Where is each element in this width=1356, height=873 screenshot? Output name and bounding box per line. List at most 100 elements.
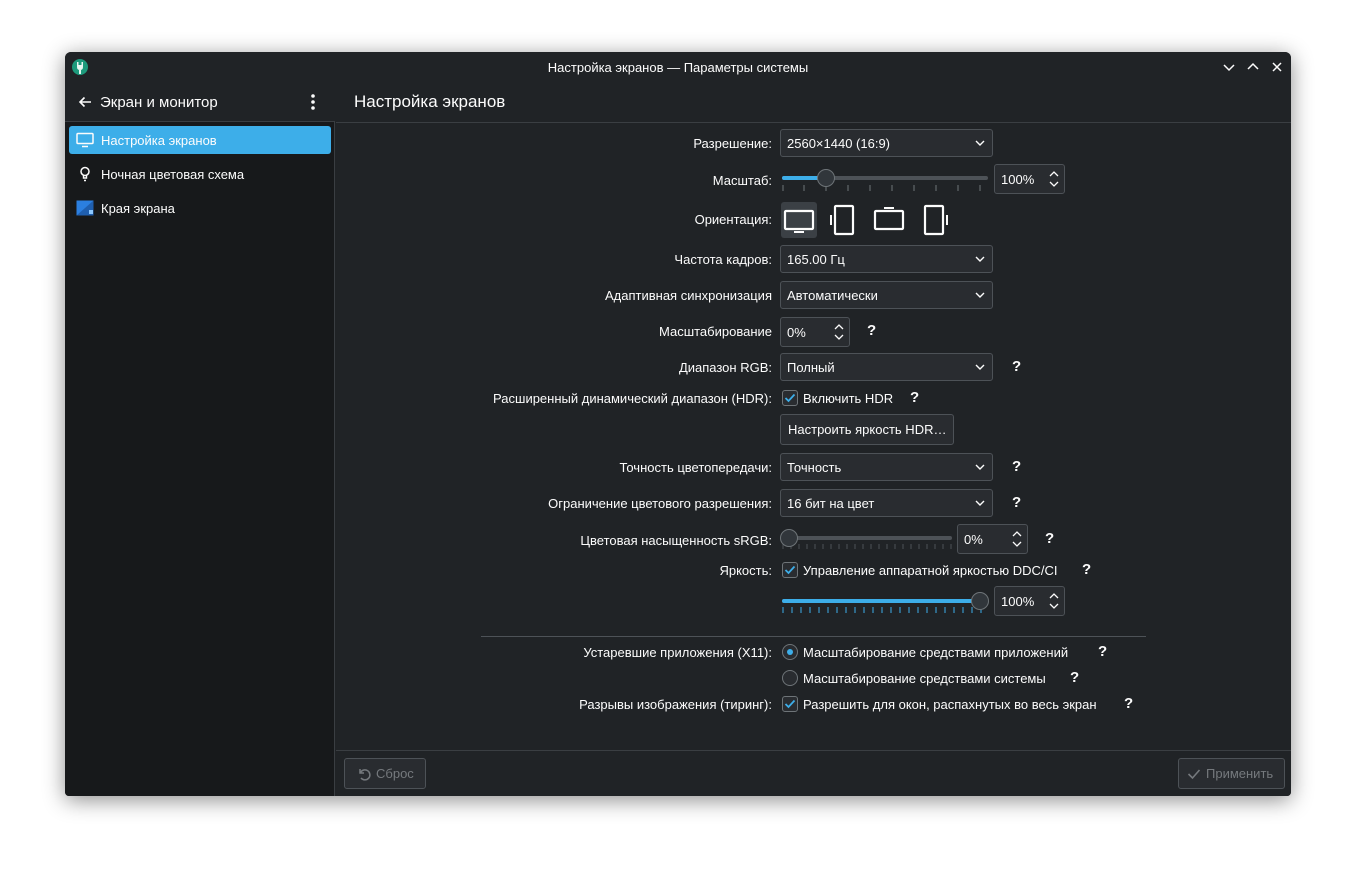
checkmark-icon <box>784 565 796 575</box>
orientation-label: Ориентация: <box>694 212 772 227</box>
kebab-menu-icon[interactable] <box>309 93 317 111</box>
up-down-arrows-icon[interactable] <box>834 323 844 341</box>
overscan-label: Масштабирование <box>658 324 772 339</box>
up-down-arrows-icon[interactable] <box>1049 170 1059 188</box>
maximize-icon[interactable] <box>1244 58 1262 76</box>
brightness-slider-ticks <box>782 607 982 613</box>
portrait-icon <box>830 204 855 236</box>
minimize-icon[interactable] <box>1220 58 1238 76</box>
landscape-flipped-icon <box>873 207 905 231</box>
resolution-value: 2560×1440 (16:9) <box>787 136 891 151</box>
refresh-rate-combo[interactable]: 165.00 Гц <box>780 245 993 273</box>
chevron-down-icon <box>975 292 985 298</box>
brightness-slider-handle[interactable] <box>971 592 989 610</box>
apply-button[interactable]: Применить <box>1178 758 1285 789</box>
brightness-help-icon[interactable]: ? <box>1082 561 1091 578</box>
hdr-checkbox[interactable] <box>782 390 798 406</box>
orientation-landscape-button[interactable] <box>781 202 817 238</box>
brightness-spinbox[interactable]: 100% <box>994 586 1065 616</box>
settings-window: Настройка экранов — Параметры системы Эк… <box>65 52 1291 796</box>
rgb-range-label: Диапазон RGB: <box>678 360 772 375</box>
hdr-checkbox-label[interactable]: Включить HDR <box>803 391 893 406</box>
sidebar-item-display-config[interactable]: Настройка экранов <box>69 126 331 154</box>
rgb-range-help-icon[interactable]: ? <box>1012 358 1021 375</box>
display-settings-form: Разрешение: 2560×1440 (16:9) Масштаб: 10… <box>336 123 1291 750</box>
scale-label: Масштаб: <box>712 173 772 188</box>
srgb-spinbox[interactable]: 0% <box>957 524 1028 554</box>
up-down-arrows-icon[interactable] <box>1049 592 1059 610</box>
reset-button-label: Сброс <box>376 766 414 781</box>
sidebar-item-screen-edges[interactable]: Края экрана <box>69 194 331 222</box>
legacy-app-scaling-radio[interactable] <box>782 644 798 660</box>
ddc-brightness-label[interactable]: Управление аппаратной яркостью DDC/CI <box>803 563 1058 578</box>
adaptive-sync-value: Автоматически <box>787 288 878 303</box>
refresh-rate-value: 165.00 Гц <box>787 252 845 267</box>
sidebar-title: Экран и монитор <box>100 94 218 111</box>
overscan-spinbox[interactable]: 0% <box>780 317 850 347</box>
hdr-brightness-button-label: Настроить яркость HDR… <box>788 422 947 437</box>
reset-button[interactable]: Сброс <box>344 758 426 789</box>
chevron-down-icon <box>975 364 985 370</box>
close-icon[interactable] <box>1268 58 1286 76</box>
srgb-help-icon[interactable]: ? <box>1045 530 1054 547</box>
bulb-icon <box>80 166 90 182</box>
rgb-range-value: Полный <box>787 360 835 375</box>
legacy-app-scaling-label[interactable]: Масштабирование средствами приложений <box>803 645 1068 660</box>
ddc-brightness-checkbox[interactable] <box>782 562 798 578</box>
chevron-down-icon <box>975 140 985 146</box>
scale-slider-ticks <box>782 185 981 191</box>
chevron-down-icon <box>975 500 985 506</box>
sidebar-item-label: Настройка экранов <box>101 133 217 148</box>
checkmark-icon <box>784 699 796 709</box>
scale-spinbox[interactable]: 100% <box>994 164 1065 194</box>
legacy-apps-label: Устаревшие приложения (X11): <box>583 645 772 660</box>
footer-bar: Сброс Применить <box>336 750 1291 796</box>
tearing-label: Разрывы изображения (тиринг): <box>579 697 772 712</box>
checkmark-icon <box>1187 769 1201 780</box>
adaptive-sync-combo[interactable]: Автоматически <box>780 281 993 309</box>
overscan-help-icon[interactable]: ? <box>867 322 876 339</box>
tearing-checkbox[interactable] <box>782 696 798 712</box>
brightness-value: 100% <box>1001 594 1035 609</box>
color-accuracy-help-icon[interactable]: ? <box>1012 458 1021 475</box>
tearing-checkbox-label[interactable]: Разрешить для окон, распахнутых во весь … <box>803 697 1097 712</box>
resolution-combo[interactable]: 2560×1440 (16:9) <box>780 129 993 157</box>
title-bar[interactable]: Настройка экранов — Параметры системы <box>65 52 1291 82</box>
hdr-brightness-button[interactable]: Настроить яркость HDR… <box>780 414 954 445</box>
srgb-slider-handle[interactable] <box>780 529 798 547</box>
sidebar: Экран и монитор Настройка экранов Ночная… <box>65 82 335 796</box>
separator <box>481 636 1146 637</box>
color-depth-help-icon[interactable]: ? <box>1012 494 1021 511</box>
orientation-landscape-flipped-button[interactable] <box>871 202 907 238</box>
overscan-value: 0% <box>787 325 806 340</box>
color-depth-value: 16 бит на цвет <box>787 496 875 511</box>
orientation-portrait-button[interactable] <box>826 202 862 238</box>
hdr-help-icon[interactable]: ? <box>910 389 919 406</box>
screen-edges-icon <box>76 200 94 216</box>
sidebar-item-label: Ночная цветовая схема <box>101 167 245 182</box>
color-depth-combo[interactable]: 16 бит на цвет <box>780 489 993 517</box>
checkmark-icon <box>784 393 796 403</box>
srgb-label: Цветовая насыщенность sRGB: <box>580 533 772 548</box>
scale-slider-handle[interactable] <box>817 169 835 187</box>
orientation-portrait-flipped-button[interactable] <box>916 202 952 238</box>
hdr-label: Расширенный динамический диапазон (HDR): <box>493 391 772 406</box>
tearing-help-icon[interactable]: ? <box>1124 695 1133 712</box>
back-arrow-icon[interactable] <box>77 94 93 110</box>
legacy-app-scaling-help-icon[interactable]: ? <box>1098 643 1107 660</box>
legacy-system-scaling-help-icon[interactable]: ? <box>1070 669 1079 686</box>
page-title: Настройка экранов <box>354 92 506 111</box>
color-accuracy-label: Точность цветопередачи: <box>619 460 772 475</box>
content-header: Настройка экранов <box>336 82 1291 123</box>
scale-value: 100% <box>1001 172 1035 187</box>
refresh-rate-label: Частота кадров: <box>674 252 772 267</box>
rgb-range-combo[interactable]: Полный <box>780 353 993 381</box>
window-title: Настройка экранов — Параметры системы <box>547 60 809 75</box>
sidebar-item-night-color[interactable]: Ночная цветовая схема <box>69 160 331 188</box>
legacy-system-scaling-label[interactable]: Масштабирование средствами системы <box>803 671 1046 686</box>
portrait-flipped-icon <box>923 204 948 236</box>
legacy-system-scaling-radio[interactable] <box>782 670 798 686</box>
up-down-arrows-icon[interactable] <box>1012 530 1022 548</box>
color-accuracy-combo[interactable]: Точность <box>780 453 993 481</box>
brightness-label: Яркость: <box>719 563 772 578</box>
